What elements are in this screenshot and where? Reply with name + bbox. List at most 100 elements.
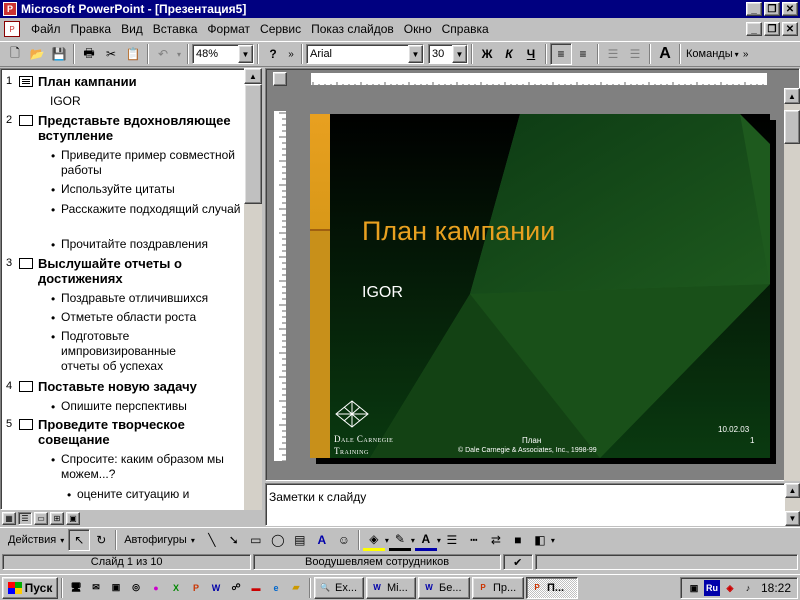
- task-button[interactable]: W Бе...: [418, 576, 470, 599]
- actions-menu[interactable]: Действия: [4, 534, 60, 546]
- outlook-icon[interactable]: ✉: [88, 580, 104, 596]
- menu-file[interactable]: Файл: [26, 22, 66, 36]
- task-button-active[interactable]: P П...: [526, 576, 578, 599]
- outline-view-icon[interactable]: ☰: [18, 511, 32, 525]
- outline-bullet[interactable]: Используйте цитаты: [61, 182, 249, 197]
- slide-view-icon[interactable]: ▭: [34, 511, 48, 525]
- font-size-increase-icon[interactable]: A: [654, 43, 676, 65]
- cut-icon[interactable]: ✂: [100, 43, 122, 65]
- outline-slide-title[interactable]: План кампании: [38, 74, 248, 89]
- fill-color-icon[interactable]: ◈: [362, 529, 385, 551]
- outline-bullet[interactable]: Отметьте области роста: [61, 310, 249, 325]
- task-button[interactable]: W Mi...: [366, 576, 416, 599]
- menu-insert[interactable]: Вставка: [148, 22, 203, 36]
- underline-button[interactable]: Ч: [520, 43, 542, 65]
- align-center-icon[interactable]: ≡: [572, 43, 594, 65]
- outline-bullet[interactable]: Прочитайте поздравления: [61, 237, 249, 252]
- autoshapes-menu[interactable]: Автофигуры: [120, 534, 191, 546]
- speaker-icon[interactable]: ♪: [740, 580, 756, 596]
- outline-bullet[interactable]: Поздравьте отличившихся: [61, 291, 249, 306]
- menu-edit[interactable]: Правка: [66, 22, 117, 36]
- outline-pane[interactable]: 1 План кампании IGOR 2 Представьте вдохн…: [0, 68, 262, 510]
- explorer-icon[interactable]: ▣: [108, 580, 124, 596]
- spelling-icon[interactable]: ✔: [502, 554, 533, 570]
- commands-button[interactable]: Команды: [684, 48, 735, 60]
- chevron-down-icon[interactable]: ▼: [408, 45, 423, 63]
- menu-format[interactable]: Формат: [202, 22, 255, 36]
- antivirus-icon[interactable]: ◈: [722, 580, 738, 596]
- chevron-down-icon[interactable]: ▾: [191, 536, 195, 545]
- open-icon[interactable]: 📂: [26, 43, 48, 65]
- maximize-button[interactable]: ❐: [764, 2, 780, 16]
- new-icon[interactable]: 🗋: [4, 43, 26, 65]
- shadow-icon[interactable]: ■: [507, 529, 529, 551]
- task-button[interactable]: P Пр...: [472, 576, 524, 599]
- menu-help[interactable]: Справка: [437, 22, 494, 36]
- desktop-icon[interactable]: 🖥: [68, 580, 84, 596]
- doc-restore-button[interactable]: ❐: [764, 22, 780, 36]
- outline-bullet[interactable]: Опишите перспективы: [61, 399, 249, 414]
- vertical-ruler[interactable]: [273, 110, 287, 462]
- scroll-up-icon[interactable]: ▲: [785, 483, 800, 498]
- wordart-icon[interactable]: A: [311, 529, 333, 551]
- outline-bullet[interactable]: Подготовьте импровизированные отчеты об …: [61, 329, 201, 374]
- menu-slideshow[interactable]: Показ слайдов: [306, 22, 399, 36]
- help-icon[interactable]: ?: [262, 43, 284, 65]
- slide-scrollbar[interactable]: ▲: [784, 88, 800, 481]
- textbox-icon[interactable]: ▤: [289, 529, 311, 551]
- align-left-icon[interactable]: ≡: [550, 43, 572, 65]
- font-color-icon[interactable]: A: [414, 529, 437, 551]
- car-icon[interactable]: ▬: [248, 580, 264, 596]
- select-arrow-icon[interactable]: ↖: [68, 529, 91, 551]
- slide-title[interactable]: План кампании: [362, 216, 555, 247]
- horizontal-ruler[interactable]: [310, 72, 768, 86]
- scroll-thumb[interactable]: [244, 84, 262, 204]
- slideshow-view-icon[interactable]: ▣: [66, 511, 80, 525]
- line-icon[interactable]: ╲: [201, 529, 223, 551]
- folder-icon[interactable]: ▰: [288, 580, 304, 596]
- word-icon[interactable]: W: [208, 580, 224, 596]
- doc-minimize-button[interactable]: _: [746, 22, 762, 36]
- save-icon[interactable]: 💾: [48, 43, 70, 65]
- slide-icon[interactable]: [19, 419, 33, 430]
- powerpoint-icon[interactable]: P: [188, 580, 204, 596]
- outline-subtitle[interactable]: IGOR: [50, 94, 81, 108]
- more-buttons-icon[interactable]: »: [284, 43, 298, 65]
- monitor-icon[interactable]: ▣: [686, 580, 702, 596]
- undo-dropdown-icon[interactable]: ▾: [174, 43, 184, 65]
- minimize-button[interactable]: _: [746, 2, 762, 16]
- chevron-down-icon[interactable]: ▾: [551, 536, 555, 545]
- outline-bullet[interactable]: Расскажите подходящий случай: [61, 202, 249, 217]
- rectangle-icon[interactable]: ▭: [245, 529, 267, 551]
- scroll-thumb[interactable]: [784, 110, 800, 144]
- slide-icon[interactable]: [19, 258, 33, 269]
- scroll-up-icon[interactable]: ▲: [784, 88, 800, 104]
- outline-bullet[interactable]: Спросите: каким образом мы можем...?: [61, 452, 241, 482]
- numbering-icon[interactable]: ☰: [602, 43, 624, 65]
- arrow-style-icon[interactable]: ⇄: [485, 529, 507, 551]
- free-rotate-icon[interactable]: ↻: [90, 529, 112, 551]
- start-button[interactable]: Пуск: [2, 576, 58, 599]
- line-color-icon[interactable]: ✎: [388, 529, 411, 551]
- undo-icon[interactable]: ↶: [152, 43, 174, 65]
- print-icon[interactable]: 🖶: [78, 43, 100, 65]
- outline-slide-title[interactable]: Поставьте новую задачу: [38, 379, 248, 394]
- font-combo[interactable]: Arial ▼: [306, 44, 424, 64]
- oval-icon[interactable]: ◯: [267, 529, 289, 551]
- media-icon[interactable]: ◎: [128, 580, 144, 596]
- scroll-down-icon[interactable]: ▼: [785, 511, 800, 526]
- bold-button[interactable]: Ж: [476, 43, 498, 65]
- slide-icon[interactable]: [19, 115, 33, 126]
- paste-icon[interactable]: 📋: [122, 43, 144, 65]
- close-button[interactable]: ✕: [782, 2, 798, 16]
- doc-close-button[interactable]: ✕: [782, 22, 798, 36]
- notes-pane[interactable]: Заметки к слайду: [265, 483, 785, 526]
- arrow-icon[interactable]: ➘: [223, 529, 245, 551]
- slide-icon[interactable]: [19, 381, 33, 392]
- outline-scrollbar[interactable]: ▲: [244, 68, 262, 510]
- outline-slide-title[interactable]: Выслушайте отчеты о достижениях: [38, 256, 248, 286]
- slide-subtitle[interactable]: IGOR: [362, 284, 403, 302]
- menu-tools[interactable]: Сервис: [255, 22, 306, 36]
- chevron-down-icon[interactable]: ▼: [238, 45, 253, 63]
- excel-icon[interactable]: X: [168, 580, 184, 596]
